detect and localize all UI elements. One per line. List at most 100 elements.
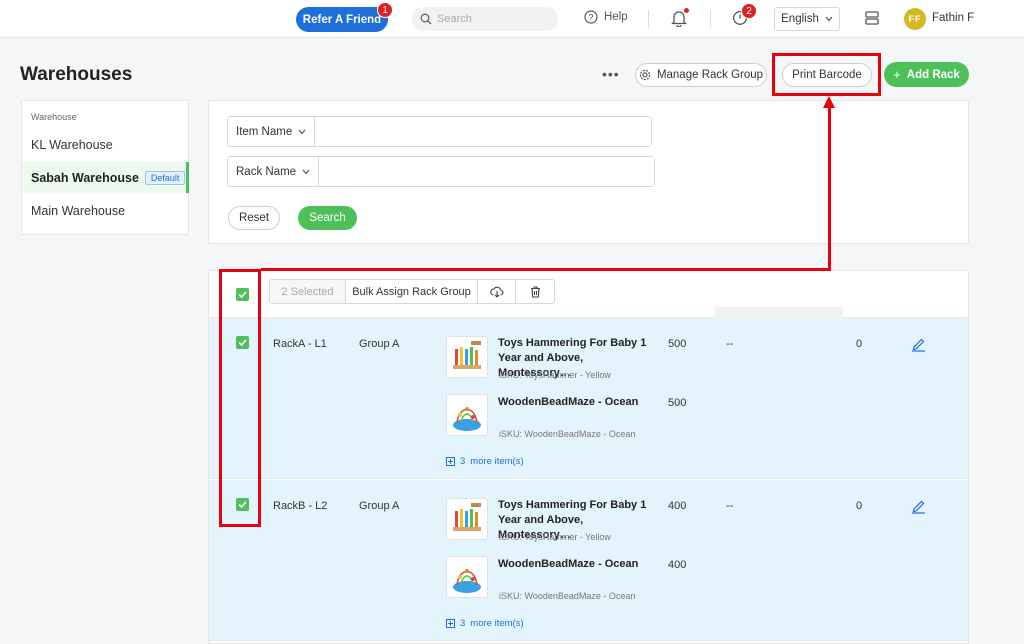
rack-name-select[interactable]: Rack Name [228, 157, 320, 186]
more-items-count: 3 [460, 618, 466, 629]
rack-group: Group A [359, 500, 400, 512]
language-select[interactable]: English [774, 7, 840, 31]
select-all-checkbox[interactable] [236, 288, 249, 301]
pencil-icon[interactable] [911, 498, 926, 514]
help-link[interactable]: ? Help [584, 10, 628, 24]
item-name-input[interactable] [315, 117, 651, 146]
toy-hammer-image [453, 503, 481, 531]
rack-dash-value: -- [726, 500, 734, 512]
product-sku: iSKU: ToysHammer - Yellow [499, 532, 611, 542]
table-row[interactable]: RackA - L1 Group A Toys Hammering For Ba… [209, 318, 968, 479]
manage-rack-group-button[interactable]: Manage Rack Group [635, 63, 767, 87]
global-search[interactable] [412, 7, 558, 31]
product-sku: iSKU: WoodenBeadMaze - Ocean [499, 429, 636, 439]
toy-hammer-image [453, 341, 481, 369]
refer-badge: 1 [377, 2, 393, 18]
row-checkbox[interactable] [236, 336, 249, 349]
product-name[interactable]: WoodenBeadMaze - Ocean [498, 395, 648, 410]
reset-button[interactable]: Reset [228, 206, 280, 230]
rack-dash-value: -- [726, 338, 734, 350]
sidebar-item-main-warehouse[interactable]: Main Warehouse [22, 195, 189, 226]
rack-table: 2 Selected Bulk Assign Rack Group RackA … [208, 270, 969, 644]
filter-panel: Item Name Rack Name Reset Search [208, 100, 969, 244]
pencil-icon[interactable] [911, 336, 926, 352]
more-options-button[interactable]: ••• [602, 66, 620, 82]
sidebar-item-kl-warehouse[interactable]: KL Warehouse [22, 129, 189, 160]
product-quantity: 400 [668, 500, 687, 512]
svg-text:?: ? [588, 13, 593, 23]
manage-rack-group-label: Manage Rack Group [656, 69, 764, 81]
check-icon [238, 501, 247, 508]
item-name-select[interactable]: Item Name [228, 117, 316, 146]
product-sku: iSKU: WoodenBeadMaze - Ocean [499, 591, 636, 601]
gear-icon [639, 69, 651, 81]
product-thumbnail [446, 498, 488, 540]
bead-maze-image [453, 569, 481, 593]
row-checkbox[interactable] [236, 498, 249, 511]
user-name[interactable]: Fathin F [932, 12, 974, 24]
product-quantity: 500 [668, 397, 687, 409]
expand-icon [446, 619, 455, 628]
print-barcode-label: Print Barcode [792, 69, 862, 81]
more-items-link[interactable]: 3 more item(s) [446, 618, 524, 629]
rack-name[interactable]: RackA - L1 [273, 338, 327, 350]
bulk-assign-rack-group-button[interactable]: Bulk Assign Rack Group [346, 280, 478, 303]
bead-maze-image [453, 407, 481, 431]
refer-a-friend-button[interactable]: Refer A Friend [296, 7, 388, 32]
more-items-link[interactable]: 3 more item(s) [446, 456, 524, 467]
product-quantity: 500 [668, 338, 687, 350]
rack-count: 0 [856, 338, 863, 350]
warehouse-sidebar: Warehouse KL Warehouse Sabah Warehouse D… [21, 100, 189, 235]
chevron-down-icon [825, 16, 833, 22]
sidebar-item-sabah-warehouse[interactable]: Sabah Warehouse Default [22, 162, 189, 193]
expand-icon [446, 457, 455, 466]
item-name-label: Item Name [236, 125, 293, 138]
bulk-action-bar: 2 Selected Bulk Assign Rack Group [269, 279, 555, 304]
rack-name-filter: Rack Name [227, 156, 655, 187]
selected-count: 2 Selected [270, 280, 346, 303]
product-sku: iSKU: ToysHammer - Yellow [499, 370, 611, 380]
divider [648, 10, 649, 28]
more-items-label: more item(s) [470, 456, 524, 467]
sidebar-item-label: KL Warehouse [31, 137, 113, 152]
header-column-shade [715, 307, 843, 318]
search-input[interactable] [437, 13, 547, 25]
trash-icon [530, 285, 540, 298]
rack-count: 0 [856, 500, 863, 512]
search-icon [420, 13, 432, 25]
item-name-filter: Item Name [227, 116, 652, 147]
check-icon [238, 291, 247, 298]
product-thumbnail [446, 556, 488, 598]
help-circle-icon: ? [584, 10, 598, 24]
search-button[interactable]: Search [298, 206, 357, 230]
cloud-download-icon [489, 286, 504, 298]
page-title: Warehouses [20, 64, 133, 85]
layout-icon[interactable] [864, 10, 880, 26]
chevron-down-icon [302, 169, 310, 174]
sidebar-heading: Warehouse [31, 112, 77, 122]
default-badge: Default [144, 170, 186, 185]
timer-badge: 2 [741, 3, 757, 19]
rack-name[interactable]: RackB - L2 [273, 500, 327, 512]
table-header: 2 Selected Bulk Assign Rack Group [209, 271, 968, 318]
product-thumbnail [446, 394, 488, 436]
help-label: Help [604, 11, 628, 23]
product-thumbnail [446, 336, 488, 378]
add-rack-label: Add Rack [906, 68, 960, 81]
sidebar-item-label: Main Warehouse [31, 203, 126, 218]
download-button[interactable] [478, 280, 516, 303]
check-icon [238, 339, 247, 346]
print-barcode-button[interactable]: Print Barcode [782, 63, 872, 87]
more-items-count: 3 [460, 456, 466, 467]
add-rack-button[interactable]: + Add Rack [884, 62, 969, 87]
delete-button[interactable] [516, 280, 554, 303]
product-name[interactable]: WoodenBeadMaze - Ocean [498, 557, 648, 572]
divider [710, 10, 711, 28]
top-bar: Refer A Friend 1 ? Help 2 English FF Fat… [0, 0, 1024, 38]
language-label: English [781, 13, 819, 25]
table-row[interactable]: RackB - L2 Group A Toys Hammering For Ba… [209, 480, 968, 641]
plus-icon: + [893, 67, 901, 82]
rack-name-input[interactable] [319, 157, 654, 186]
notification-dot [684, 8, 689, 13]
avatar[interactable]: FF [904, 8, 926, 30]
